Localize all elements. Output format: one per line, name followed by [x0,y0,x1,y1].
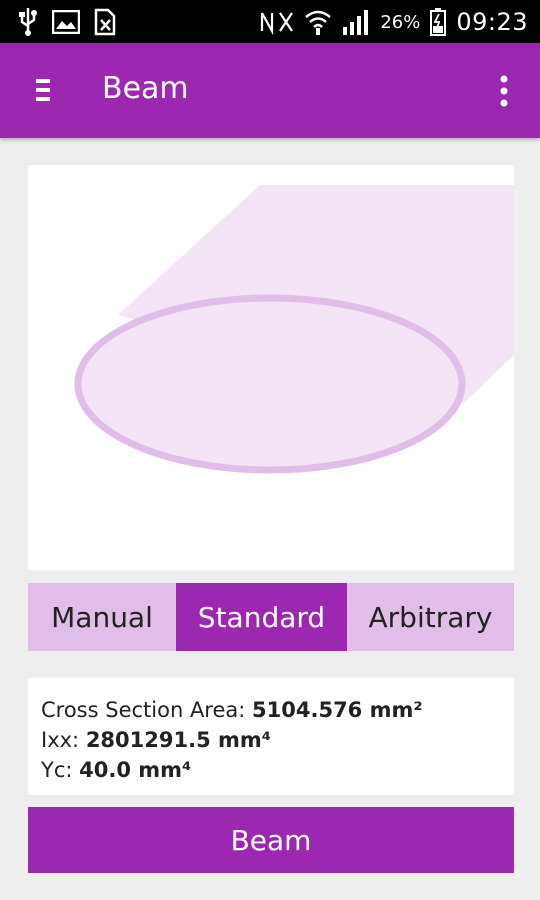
wifi-icon [305,10,332,35]
area-label: Cross Section Area: [41,698,246,722]
tab-manual[interactable]: Manual [28,583,176,651]
cross-section-ellipse [74,294,466,474]
ixx-row: Ixx: 2801291.5 mm⁴ [41,725,514,755]
sim-icon [94,8,116,36]
mute-icon [261,12,294,35]
yc-label: Yc: [41,758,73,782]
battery-icon [430,8,447,36]
area-value: 5104.576 mm² [252,698,423,722]
app-title: Beam [102,71,189,106]
status-left-icons [18,8,118,36]
more-vert-icon[interactable] [494,73,514,109]
image-icon [52,10,80,34]
app-bar: Beam [0,43,540,138]
yc-value: 40.0 mm⁴ [79,758,192,782]
section-properties-card: Cross Section Area: 5104.576 mm² Ixx: 28… [28,678,514,795]
clock: 09:23 [456,8,528,36]
battery-percent: 26% [380,11,421,33]
status-bar: 26% 09:23 [0,0,540,43]
status-right-icons: 26% 09:23 [260,6,528,38]
section-preview-canvas[interactable] [28,165,514,570]
section-type-tabs: Manual Standard Arbitrary [28,583,514,651]
beam-button[interactable]: Beam [28,807,514,873]
tab-standard[interactable]: Standard [176,583,347,651]
area-row: Cross Section Area: 5104.576 mm² [41,695,514,725]
usb-icon [19,8,37,36]
ixx-label: Ixx: [41,728,80,752]
signal-icon [343,10,369,35]
hamburger-icon[interactable] [30,75,56,105]
ixx-value: 2801291.5 mm⁴ [85,728,271,752]
tab-arbitrary[interactable]: Arbitrary [347,583,514,651]
yc-row: Yc: 40.0 mm⁴ [41,755,514,785]
beam-section-drawing [74,185,514,474]
